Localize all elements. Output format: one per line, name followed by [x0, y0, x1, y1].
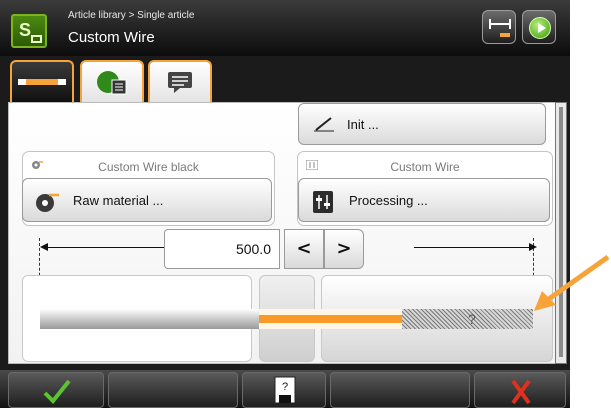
wire-conductor-segment	[259, 309, 402, 329]
confirm-button[interactable]	[8, 372, 104, 408]
tab-comment[interactable]	[148, 60, 212, 102]
dimension-arrow-left-icon	[40, 243, 48, 251]
wire-insulation-segment	[40, 309, 260, 329]
processing-group-title: Custom Wire	[390, 160, 460, 174]
floppy-disk-icon: ?	[274, 376, 296, 404]
svg-text:?: ?	[282, 381, 288, 393]
wire-roll-icon	[36, 193, 59, 212]
width-measure-icon	[489, 19, 511, 37]
raw-material-label: Raw material ...	[73, 193, 164, 208]
save-button[interactable]: ?	[242, 372, 326, 408]
pencil-icon	[314, 117, 334, 132]
page-title: Custom Wire	[68, 29, 155, 46]
init-label: Init ...	[347, 117, 379, 132]
round-gear-icon	[97, 71, 127, 95]
forward-arrow-icon	[529, 17, 551, 39]
cancel-button[interactable]	[474, 372, 566, 408]
tab-bar	[0, 56, 570, 102]
footer-empty-button-2[interactable]	[330, 372, 470, 408]
checkmark-icon	[43, 379, 71, 404]
raw-material-button[interactable]: Raw material ...	[22, 178, 272, 222]
tab-processing[interactable]	[80, 60, 144, 102]
breadcrumb: Article library > Single article	[68, 10, 195, 21]
dimension-line-left	[42, 247, 164, 248]
dimension-line-right	[414, 247, 532, 248]
dimension-arrow-right-icon	[529, 243, 537, 251]
comment-icon	[168, 72, 192, 93]
annotation-arrow-icon	[534, 255, 610, 311]
length-input[interactable]: 500.0	[164, 229, 280, 269]
undefined-marker: ?	[468, 311, 476, 327]
wire-segment-icon	[18, 79, 66, 85]
tab-wire[interactable]	[10, 60, 74, 102]
length-previous-button[interactable]: <	[284, 229, 324, 269]
width-button[interactable]	[482, 10, 516, 44]
raw-material-group-title: Custom Wire black	[98, 160, 199, 174]
footer-empty-button-1[interactable]	[108, 372, 238, 408]
length-next-button[interactable]: >	[324, 229, 364, 269]
app-logo-icon[interactable]: S	[11, 14, 47, 48]
close-icon	[511, 379, 531, 405]
processing-button[interactable]: Processing ...	[298, 178, 550, 222]
init-button[interactable]: Init ...	[298, 103, 546, 145]
go-button[interactable]	[522, 10, 556, 44]
header-bar: S Article library > Single article Custo…	[0, 0, 570, 56]
sliders-icon	[313, 191, 333, 213]
processing-label: Processing ...	[349, 193, 428, 208]
